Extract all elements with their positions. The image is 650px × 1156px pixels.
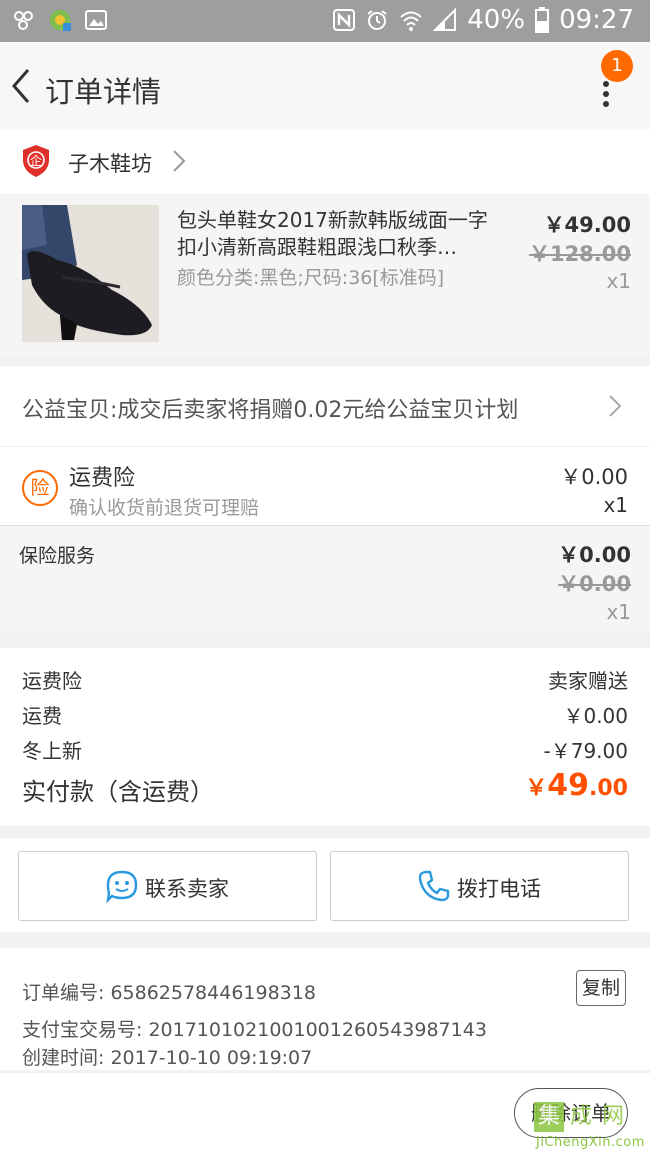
freight-insurance-subtitle: 确认收货前退货可理赔 (69, 497, 260, 519)
insurance-service-title: 保险服务 (19, 545, 96, 567)
alarm-icon (367, 10, 387, 30)
paid-decimal: .00 (589, 776, 628, 801)
battery-percent: 40% (467, 5, 526, 35)
notification-badge: 1 (601, 50, 633, 82)
freight-insurance-quantity: x1 (603, 493, 628, 517)
game-icon (50, 10, 71, 31)
signal-icon (433, 8, 457, 31)
insurance-service-row: 保险服务 ￥0.00 ￥0.00 x1 (0, 526, 650, 632)
summary-label: 运费 (22, 704, 62, 728)
back-arrow-icon[interactable] (6, 66, 36, 106)
chevron-right-icon (173, 150, 186, 172)
charity-row[interactable]: 公益宝贝:成交后卖家将捐赠0.02元给公益宝贝计划 (0, 366, 650, 447)
nfc-icon (333, 9, 356, 31)
freight-insurance-title: 运费险 (69, 466, 136, 491)
insurance-service-quantity: x1 (606, 600, 631, 624)
insurance-service-price: ￥0.00 (558, 543, 631, 567)
freight-insurance-price: ￥0.00 (560, 465, 628, 489)
freight-insurance-row: 险 运费险 确认收货前退货可理赔 ￥0.00 x1 (0, 447, 650, 526)
paid-integer: 49 (547, 768, 590, 803)
paid-amount-label: 实付款（含运费） (22, 778, 214, 806)
status-bar: 40% 09:27 (0, 0, 650, 42)
site-watermark: 集 成 网 JiChengXin.com (534, 1102, 650, 1155)
clock: 09:27 (559, 5, 634, 35)
created-time: 创建时间: 2017-10-10 09:19:07 (22, 1047, 313, 1069)
chat-bubble-icon (106, 870, 138, 903)
insurance-service-original-price: ￥0.00 (558, 572, 631, 596)
summary-value: ￥0.00 (563, 704, 628, 728)
product-image (22, 205, 159, 342)
watermark-char: 成 (569, 1104, 592, 1129)
summary-value: 卖家赠送 (548, 669, 628, 693)
summary-value: -￥79.00 (543, 739, 628, 763)
charity-text: 公益宝贝:成交后卖家将捐赠0.02元给公益宝贝计划 (22, 398, 519, 423)
copy-button[interactable]: 复制 (576, 970, 626, 1006)
summary-label: 运费险 (22, 669, 82, 693)
contact-seller-button[interactable]: 联系卖家 (18, 851, 317, 921)
alipay-trade-number: 支付宝交易号: 2017101021001001260543987143 (22, 1019, 487, 1041)
watermark-char: 网 (601, 1104, 624, 1129)
product-quantity: x1 (606, 269, 631, 293)
page-title: 订单详情 (45, 75, 162, 109)
enterprise-badge-char: 企 (30, 153, 42, 168)
watermark-url: JiChengXin.com (536, 1135, 645, 1150)
summary-label: 冬上新 (22, 739, 82, 763)
order-number: 订单编号: 65862578446198318 (22, 982, 316, 1004)
phone-icon (418, 870, 450, 902)
chevron-right-icon (609, 395, 622, 417)
call-phone-button[interactable]: 拨打电话 (330, 851, 629, 921)
shop-name: 子木鞋坊 (68, 152, 152, 176)
price-summary: 运费险 卖家赠送 运费 ￥0.00 冬上新 -￥79.00 实付款（含运费） ￥… (0, 648, 650, 826)
image-icon (85, 10, 107, 30)
order-info: 订单编号: 65862578446198318 支付宝交易号: 20171010… (0, 948, 650, 1070)
product-price: ￥49.00 (543, 213, 631, 237)
product-title: 包头单鞋女2017新款韩版绒面一字扣小清新高跟鞋粗跟浅口秋季… (177, 208, 488, 259)
contact-actions: 联系卖家 拨打电话 (0, 838, 650, 932)
contact-seller-label: 联系卖家 (145, 877, 229, 901)
call-phone-label: 拨打电话 (457, 877, 541, 901)
watermark-char: 集 (534, 1102, 564, 1132)
wifi-icon (400, 11, 422, 31)
product-item[interactable]: 包头单鞋女2017新款韩版绒面一字扣小清新高跟鞋粗跟浅口秋季… 颜色分类:黑色;… (0, 194, 650, 356)
insurance-icon: 险 (22, 470, 58, 506)
paid-amount: ￥49.00 (525, 768, 628, 803)
battery-icon (535, 7, 550, 33)
paid-currency: ￥ (525, 776, 548, 801)
title-bar: 订单详情 1 (0, 42, 650, 131)
shop-row[interactable]: 企 子木鞋坊 (0, 130, 650, 194)
product-original-price: ￥128.00 (528, 242, 631, 266)
enterprise-shield-icon: 企 (23, 145, 49, 177)
app-icon (14, 11, 33, 30)
product-sku: 颜色分类:黑色;尺码:36[标准码] (177, 267, 445, 289)
